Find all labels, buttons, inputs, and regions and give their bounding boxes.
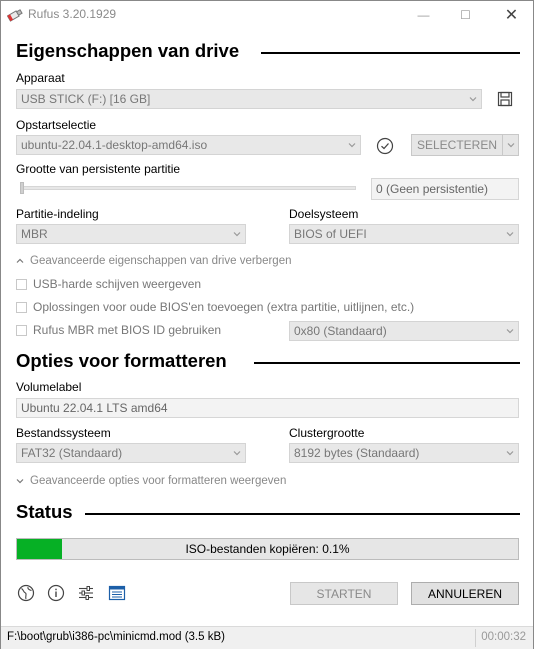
checkbox-label: Oplossingen voor oude BIOS'en toevoegen …: [33, 300, 415, 314]
chevron-down-icon: [506, 451, 514, 456]
save-drive-log-button[interactable]: [497, 91, 513, 107]
persistent-size-field[interactable]: 0 (Geen persistentie): [371, 178, 519, 200]
section-divider: [254, 362, 520, 364]
maximize-button[interactable]: ☐: [443, 1, 488, 29]
cancel-button[interactable]: ANNULEREN: [411, 582, 519, 605]
chevron-down-icon: [507, 143, 514, 148]
maximize-icon: ☐: [460, 8, 471, 22]
chevron-down-icon: [348, 143, 356, 148]
checkbox-old-bios-fixes[interactable]: Oplossingen voor oude BIOS'en toevoegen …: [16, 300, 414, 314]
settings-button[interactable]: [76, 583, 96, 603]
cluster-size-label: Clustergrootte: [289, 426, 365, 440]
rufus-window: Rufus 3.20.1929 — ☐ ✕ Eigenschappen van …: [0, 0, 534, 649]
select-iso-button[interactable]: SELECTEREN: [411, 134, 503, 156]
target-system-select[interactable]: BIOS of UEFI: [289, 224, 519, 244]
checkbox-label: Rufus MBR met BIOS ID gebruiken: [33, 323, 222, 337]
chevron-down-icon: [506, 329, 514, 334]
chevron-down-icon: [506, 232, 514, 237]
elapsed-time: 00:00:32: [481, 631, 526, 643]
format-options-heading: Opties voor formatteren: [16, 350, 227, 371]
checkbox-list-usb-hdd[interactable]: USB-harde schijven weergeven: [16, 277, 201, 291]
checkbox-rufus-mbr[interactable]: Rufus MBR met BIOS ID gebruiken: [16, 323, 221, 337]
check-circle-icon: [376, 137, 394, 155]
section-divider: [85, 513, 520, 515]
window-title: Rufus 3.20.1929: [28, 7, 117, 21]
advanced-format-toggle[interactable]: Geavanceerde opties voor formatteren wee…: [16, 475, 286, 487]
status-heading: Status: [16, 501, 73, 522]
status-bar-separator: [475, 629, 476, 647]
device-select-value: USB STICK (F:) [16 GB]: [21, 92, 151, 106]
verify-iso-button[interactable]: [376, 137, 394, 155]
advanced-drive-toggle-label: Geavanceerde eigenschappen van drive ver…: [30, 255, 292, 267]
checkbox-box[interactable]: [16, 324, 27, 336]
section-divider: [261, 52, 520, 54]
save-icon: [497, 91, 513, 107]
select-dropdown-button[interactable]: [502, 134, 519, 156]
minimize-icon: —: [417, 8, 430, 22]
chevron-up-icon: [16, 258, 24, 263]
status-bar: F:\boot\grub\i386-pc\minicmd.mod (3.5 kB…: [1, 626, 533, 649]
persistent-partition-label: Grootte van persistente partitie: [16, 162, 181, 176]
info-icon: [47, 584, 65, 602]
volume-label-label: Volumelabel: [16, 380, 82, 394]
settings-sliders-icon: [79, 586, 93, 600]
checkbox-box[interactable]: [16, 301, 27, 313]
cluster-size-select[interactable]: 8192 bytes (Standaard): [289, 443, 519, 463]
chevron-down-icon: [233, 232, 241, 237]
device-select[interactable]: USB STICK (F:) [16 GB]: [16, 89, 482, 109]
log-icon: [108, 585, 126, 601]
partition-scheme-label: Partitie-indeling: [16, 207, 99, 221]
chevron-down-icon: [233, 451, 241, 456]
persistent-size-slider[interactable]: [20, 182, 356, 194]
advanced-format-toggle-label: Geavanceerde opties voor formatteren wee…: [30, 475, 287, 487]
advanced-drive-toggle[interactable]: Geavanceerde eigenschappen van drive ver…: [16, 255, 292, 267]
drive-properties-heading: Eigenschappen van drive: [16, 40, 240, 61]
boot-selection-value: ubuntu-22.04.1-desktop-amd64.iso: [21, 138, 208, 152]
slider-thumb[interactable]: [20, 182, 24, 194]
title-bar: Rufus 3.20.1929 — ☐ ✕: [1, 1, 533, 29]
device-label: Apparaat: [16, 71, 65, 85]
progress-text: ISO-bestanden kopiëren: 0.1%: [185, 542, 350, 556]
globe-icon: [17, 584, 35, 602]
status-bar-text: F:\boot\grub\i386-pc\minicmd.mod (3.5 kB…: [7, 631, 225, 643]
boot-selection-label: Opstartselectie: [16, 118, 97, 132]
target-system-value: BIOS of UEFI: [294, 227, 367, 241]
cluster-size-value: 8192 bytes (Standaard): [294, 446, 420, 460]
close-button[interactable]: ✕: [489, 1, 534, 29]
usb-drive-icon: [7, 9, 23, 22]
about-button[interactable]: [46, 583, 66, 603]
partition-scheme-select[interactable]: MBR: [16, 224, 246, 244]
bios-id-select[interactable]: 0x80 (Standaard): [289, 321, 519, 341]
progress-bar: ISO-bestanden kopiëren: 0.1%: [16, 538, 519, 560]
target-system-label: Doelsysteem: [289, 207, 359, 221]
volume-label-input[interactable]: Ubuntu 22.04.1 LTS amd64: [16, 398, 519, 418]
start-button[interactable]: STARTEN: [290, 582, 398, 605]
checkbox-label: USB-harde schijven weergeven: [33, 277, 202, 291]
filesystem-value: FAT32 (Standaard): [21, 446, 123, 460]
log-button[interactable]: [107, 583, 127, 603]
chevron-down-icon: [16, 479, 24, 484]
language-button[interactable]: [16, 583, 36, 603]
partition-scheme-value: MBR: [21, 227, 48, 241]
close-icon: ✕: [504, 7, 519, 24]
minimize-button[interactable]: —: [401, 1, 446, 29]
boot-selection-select[interactable]: ubuntu-22.04.1-desktop-amd64.iso: [16, 135, 361, 155]
chevron-down-icon: [469, 97, 477, 102]
filesystem-select[interactable]: FAT32 (Standaard): [16, 443, 246, 463]
filesystem-label: Bestandssysteem: [16, 426, 111, 440]
bios-id-value: 0x80 (Standaard): [294, 324, 387, 338]
checkbox-box[interactable]: [16, 278, 27, 290]
